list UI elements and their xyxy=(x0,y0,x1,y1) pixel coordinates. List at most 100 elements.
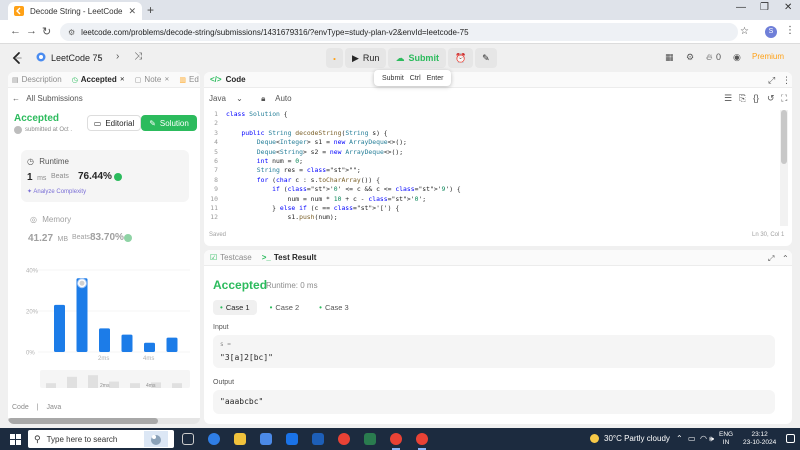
new-tab-icon[interactable]: + xyxy=(147,3,154,17)
mail-icon[interactable] xyxy=(260,433,272,445)
case-tab-1[interactable]: • Case 1 xyxy=(213,300,257,315)
tab-description[interactable]: ▤ Description xyxy=(12,75,62,84)
language-indicator[interactable]: ENG IN xyxy=(719,431,733,447)
prev-problem-icon[interactable]: ‹ xyxy=(98,51,101,62)
shuffle-icon[interactable]: ⤨ xyxy=(134,51,142,62)
run-button[interactable]: ▶ Run xyxy=(345,48,387,68)
next-problem-icon[interactable]: › xyxy=(116,51,119,62)
chrome-profile-icon[interactable] xyxy=(390,433,402,450)
settings-gear-icon[interactable]: ⚙ xyxy=(686,52,694,63)
tab-editorial[interactable]: ▥ Ed xyxy=(179,75,198,84)
editor-scrollbar[interactable] xyxy=(780,110,788,226)
file-explorer-icon[interactable] xyxy=(234,433,246,445)
solution-button[interactable]: ✎ Solution xyxy=(141,115,197,131)
tab-label: Test Result xyxy=(273,253,317,262)
code-line[interactable]: 9 if (class="st">'0' <= c && c <= class=… xyxy=(204,185,779,194)
code-line[interactable]: 3 public String decodeString(String s) { xyxy=(204,129,779,138)
close-tab-icon[interactable]: ✕ xyxy=(128,6,136,17)
more-icon[interactable]: ⋮ xyxy=(782,75,791,86)
profile-avatar[interactable]: S xyxy=(765,26,777,38)
back-arrow-icon[interactable]: ← xyxy=(10,25,21,37)
fullscreen-icon[interactable]: ⛶ xyxy=(781,93,787,104)
all-submissions-link[interactable]: ← All Submissions xyxy=(12,94,83,103)
code-line[interactable]: 4 Deque<Integer> s1 = new ArrayDeque<>()… xyxy=(204,138,779,147)
auto-mode-toggle[interactable]: 🔒︎ Auto xyxy=(261,94,300,103)
case-tab-3[interactable]: • Case 3 xyxy=(312,300,356,315)
code-line[interactable]: 2 xyxy=(204,119,779,128)
restore-icon[interactable]: ❐ xyxy=(760,2,769,13)
braces-icon[interactable]: {} xyxy=(753,93,759,103)
volume-icon[interactable]: 🕪︎ xyxy=(709,434,714,444)
code-editor[interactable]: 1 class Solution {2 3 public String decode… xyxy=(204,110,779,224)
submit-button[interactable]: ☁ Submit xyxy=(388,48,446,68)
reset-icon[interactable]: ↺ xyxy=(767,93,775,104)
tab-accepted[interactable]: ◷ Accepted ✕ xyxy=(72,75,125,84)
store-icon[interactable] xyxy=(286,433,298,445)
collapse-icon[interactable]: ⌃ xyxy=(782,254,789,263)
chrome-window-icon[interactable] xyxy=(416,433,428,450)
memory-label-row[interactable]: ◎ Memory xyxy=(30,215,71,224)
runtime-card[interactable]: ◷ Runtime 1 ms Beats 76.44% ✦ Analyze Co… xyxy=(21,150,189,202)
code-line[interactable]: 1 class Solution { xyxy=(204,110,779,119)
reload-icon[interactable]: ↻ xyxy=(42,25,51,38)
excel-icon[interactable] xyxy=(364,433,376,445)
runtime-distribution-chart[interactable]: 40% 20% 0% 2ms 4ms 2ms 4ms xyxy=(12,260,192,390)
code-line[interactable]: 8 for (char c : s.toCharArray()) { xyxy=(204,176,779,185)
minimize-icon[interactable]: — xyxy=(736,2,746,13)
streak-fire-icon[interactable]: 🔥︎ xyxy=(706,52,713,63)
notes-button[interactable]: ✎ xyxy=(475,48,497,68)
windows-start-icon[interactable] xyxy=(10,434,21,445)
edge-icon[interactable] xyxy=(208,433,220,445)
analyze-complexity-link[interactable]: ✦ Analyze Complexity xyxy=(27,188,86,195)
horizontal-scrollbar[interactable] xyxy=(8,418,200,424)
close-window-icon[interactable]: ✕ xyxy=(784,2,792,13)
code-line[interactable]: 12 s1.push(num); xyxy=(204,213,779,222)
chevron-down-icon: ⌄ xyxy=(236,94,243,103)
browser-menu-icon[interactable]: ⋮ xyxy=(785,25,795,36)
code-line[interactable]: 10 num = num * 10 + c - class="st">'0'; xyxy=(204,195,779,204)
code-line[interactable]: 11 } else if (c == class="st">'[') { xyxy=(204,204,779,213)
code-line[interactable]: 7 String res = class="st">""; xyxy=(204,166,779,175)
bookmark-icon[interactable]: ⎘ xyxy=(739,93,746,104)
premium-link[interactable]: Premium xyxy=(752,52,784,61)
format-icon[interactable]: ☰ xyxy=(724,93,732,104)
case-tab-2[interactable]: • Case 2 xyxy=(263,300,307,315)
debug-button[interactable]: 🞄 xyxy=(326,48,343,68)
code-footer-lang: Java xyxy=(46,404,62,411)
scrollbar-thumb[interactable] xyxy=(781,110,787,164)
wifi-icon[interactable]: ◠ xyxy=(700,434,707,443)
maximize-icon[interactable]: ⤢ xyxy=(768,254,774,264)
notification-icon[interactable] xyxy=(786,434,795,443)
tray-chevron-icon[interactable]: ⌃ xyxy=(676,434,683,443)
language-select[interactable]: Java ⌄ xyxy=(209,94,251,103)
maximize-icon[interactable]: ⤢ xyxy=(768,75,775,86)
close-tab-icon[interactable]: ✕ xyxy=(120,76,125,83)
timer-button[interactable]: ⏰ xyxy=(447,48,474,68)
layout-icon[interactable]: ▦ xyxy=(665,52,674,63)
code-line[interactable]: 5 Deque<String> s2 = new ArrayDeque<>(); xyxy=(204,148,779,157)
runtime-label-row: ◷ Runtime xyxy=(27,157,69,166)
editorial-button[interactable]: ▭ Editorial xyxy=(87,115,141,131)
study-plan-link[interactable]: LeetCode 75 xyxy=(36,52,103,64)
chrome-icon[interactable] xyxy=(338,433,350,445)
site-info-icon[interactable]: ⚙ xyxy=(68,28,75,37)
tab-testcase[interactable]: ☑ Testcase xyxy=(210,253,252,262)
code-line[interactable]: 6 int num = 0; xyxy=(204,157,779,166)
tab-note[interactable]: ▢ Note ✕ xyxy=(135,75,170,84)
outlook-icon[interactable] xyxy=(312,433,324,445)
taskbar-clock[interactable]: 23:12 23-10-2024 xyxy=(743,431,776,447)
code-text: int num = 0; xyxy=(256,156,303,165)
scrollbar-thumb[interactable] xyxy=(8,418,158,424)
tab-test-result[interactable]: >_ Test Result xyxy=(262,253,317,262)
taskbar-search-input[interactable]: ⚲ Type here to search xyxy=(28,430,174,448)
bookmark-star-icon[interactable]: ☆ xyxy=(740,26,749,37)
task-view-icon[interactable] xyxy=(182,433,194,445)
leetcode-logo-icon[interactable] xyxy=(10,51,24,65)
forward-arrow-icon[interactable]: → xyxy=(26,25,37,37)
url-input[interactable]: ⚙ leetcode.com/problems/decode-string/su… xyxy=(60,23,738,41)
network-icon[interactable]: ▭ xyxy=(688,434,696,443)
browser-tab[interactable]: Decode String - LeetCode ✕ xyxy=(8,2,142,20)
close-tab-icon[interactable]: ✕ xyxy=(164,76,169,83)
weather-widget[interactable]: 30°C Partly cloudy xyxy=(590,434,670,443)
user-avatar-icon[interactable]: ◉ xyxy=(733,52,741,63)
